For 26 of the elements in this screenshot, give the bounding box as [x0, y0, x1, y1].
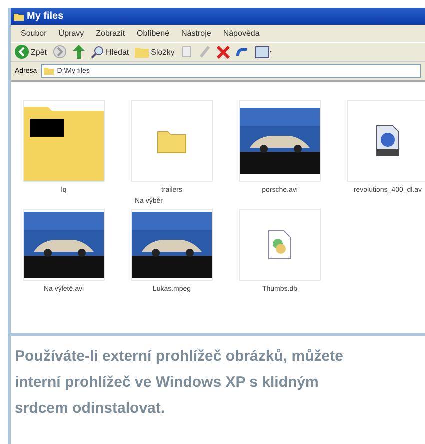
thumbnail-frame[interactable]	[239, 100, 321, 182]
delete-icon[interactable]	[216, 46, 230, 58]
file-icon	[268, 230, 292, 260]
undo-icon[interactable]	[236, 46, 249, 58]
folder-icon	[135, 46, 150, 58]
menu-item[interactable]: Nápověda	[223, 29, 260, 38]
menu-item[interactable]: Úpravy	[58, 29, 84, 38]
menu-item[interactable]: Zobrazit	[96, 29, 126, 38]
caption: Používáte-li externí prohlížeč obrázků, můžete interní prohlížeč ve Windows XP s klidným srdcem odinstalovat.	[8, 333, 425, 444]
back-button[interactable]: Zpět	[15, 45, 48, 59]
menu-item[interactable]: Nástroje	[182, 29, 212, 38]
menu-item[interactable]: Oblíbené	[137, 29, 170, 38]
search-icon	[91, 46, 104, 58]
views-icon[interactable]	[254, 46, 273, 58]
menu-item[interactable]: Soubor	[21, 29, 47, 38]
thumbnail-frame[interactable]	[347, 100, 425, 182]
folders-button[interactable]: Složky	[135, 46, 175, 58]
window-title: My files	[27, 11, 64, 22]
thumbnail-frame[interactable]	[239, 209, 321, 281]
thumbnail-frame[interactable]	[131, 100, 213, 182]
folder-icon	[44, 67, 54, 75]
up-arrow-icon[interactable]	[73, 45, 86, 59]
video-file-icon	[375, 125, 401, 157]
search-button[interactable]: Hledat	[91, 46, 130, 58]
folder-icon	[14, 12, 24, 20]
thumbnail-frame[interactable]	[23, 100, 105, 182]
